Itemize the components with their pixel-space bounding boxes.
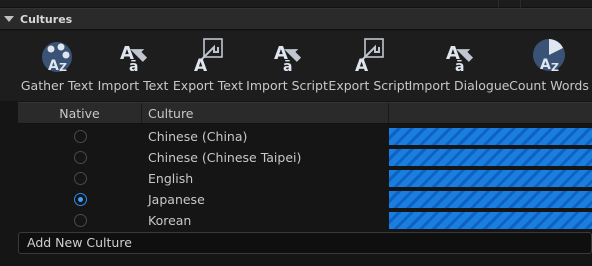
top-strip [0,0,592,8]
import-script-label: Import Script [246,78,328,93]
import-text-label: Import Text [97,78,169,93]
table-row[interactable]: Chinese (Chinese Taipei) [18,147,592,168]
count-words-button[interactable]: A Z Count Words [509,35,589,97]
column-header-progress [389,103,592,123]
progress-fill [389,212,592,229]
export-script-icon: A [349,35,389,75]
svg-text:ā: ā [283,59,292,75]
column-header-native[interactable]: Native [18,103,142,123]
bottom-strip [0,256,592,266]
culture-name: English [148,171,194,186]
translation-progress-bar [389,212,592,229]
table-row[interactable]: Japanese [18,189,592,210]
export-text-label: Export Text [172,78,244,93]
culture-name: Chinese (Chinese Taipei) [148,150,302,165]
culture-name: Japanese [148,192,205,207]
svg-text:Z: Z [59,61,67,74]
import-text-button[interactable]: A ā Import Text [97,35,169,97]
cultures-section-header[interactable]: Cultures [0,8,592,30]
svg-text:ā: ā [129,59,138,75]
translation-progress-bar [389,170,592,187]
gather-text-icon: A Z [37,35,77,75]
import-text-icon: A ā [113,35,153,75]
export-text-icon: A [188,35,228,75]
import-dialogue-button[interactable]: A ā Import Dialogue [409,35,510,97]
native-radio[interactable] [73,172,87,185]
translation-progress-bar [389,128,592,145]
count-words-icon: A Z [529,35,569,75]
svg-text:A: A [540,57,551,73]
progress-fill [389,191,592,208]
culture-name: Korean [148,213,192,228]
native-cell [18,147,142,168]
import-dialogue-icon: A ā [439,35,479,75]
native-radio[interactable] [73,130,87,143]
svg-text:A: A [48,58,59,74]
translation-progress-bar [389,149,592,166]
table-row[interactable]: English [18,168,592,189]
count-words-label: Count Words [509,78,589,93]
gather-text-label: Gather Text [20,78,94,93]
progress-fill [389,128,592,145]
cultures-table-header: Native Culture [18,102,592,124]
svg-text:ā: ā [455,59,464,75]
native-cell [18,168,142,189]
svg-text:A: A [355,56,369,75]
progress-fill [389,149,592,166]
native-radio[interactable] [73,151,87,164]
svg-text:A: A [194,56,208,75]
native-cell [18,189,142,210]
native-radio[interactable] [73,214,87,227]
culture-name: Chinese (China) [148,129,248,144]
gather-text-button[interactable]: A Z Gather Text [20,35,94,97]
svg-text:Z: Z [551,61,559,74]
progress-fill [389,170,592,187]
section-title: Cultures [20,12,73,26]
export-script-label: Export Script [328,78,410,93]
column-header-culture[interactable]: Culture [142,103,389,123]
table-row[interactable]: Chinese (China) [18,126,592,147]
native-cell [18,210,142,231]
export-text-button[interactable]: A Export Text [172,35,244,97]
import-script-icon: A ā [267,35,307,75]
table-row[interactable]: Korean [18,210,592,231]
import-dialogue-label: Import Dialogue [408,78,510,93]
translation-progress-bar [389,191,592,208]
import-script-button[interactable]: A ā Import Script [246,35,328,97]
native-cell [18,126,142,147]
export-script-button[interactable]: A Export Script [328,35,410,97]
collapse-caret-icon[interactable] [4,16,14,22]
cultures-table-body: Chinese (China) Chinese (Chinese Taipei)… [18,126,592,231]
toolbar: A Z Gather Text A ā Import Text A Export… [0,31,592,101]
add-new-culture-combo[interactable]: Add New Culture [18,232,592,254]
native-radio[interactable] [73,193,87,206]
localization-cultures-panel: Cultures A Z Gather Text A ā Import Text… [0,0,592,266]
